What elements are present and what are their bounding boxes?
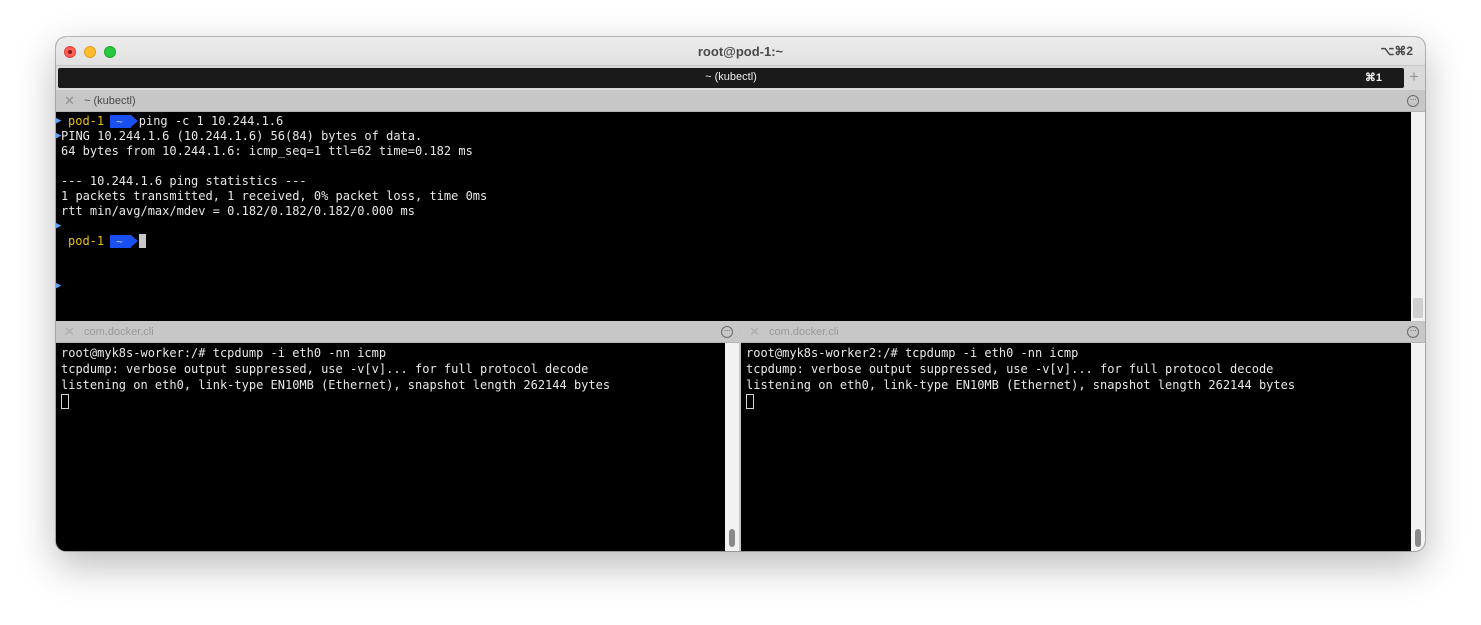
left-session-header: ✕ com.docker.cli ···: [56, 321, 739, 343]
output-line: listening on eth0, link-type EN10MB (Eth…: [61, 378, 611, 392]
output-line: root@myk8s-worker:/# tcpdump -i eth0 -nn…: [61, 346, 387, 360]
prompt-line: pod-1 ~ ping -c 1 10.244.1.6: [68, 114, 283, 129]
right-session-header: ✕ com.docker.cli ···: [741, 321, 1425, 343]
session-title: com.docker.cli: [769, 326, 839, 338]
session-menu-icon[interactable]: ···: [721, 326, 733, 338]
scrollbar-thumb[interactable]: [1413, 298, 1423, 318]
text-cursor: [746, 394, 754, 409]
top-session-header: ✕ ~ (kubectl) ···: [56, 90, 1425, 112]
tab-shortcut: ⌘1: [1364, 72, 1382, 84]
right-terminal-pane[interactable]: root@myk8s-worker2:/# tcpdump -i eth0 -n…: [741, 343, 1411, 551]
output-line: PING 10.244.1.6 (10.244.1.6) 56(84) byte…: [61, 129, 423, 143]
title-bar[interactable]: root@pod-1:~ ⌥⌘2: [56, 37, 1425, 66]
close-icon[interactable]: ✕: [64, 324, 75, 339]
output-line: listening on eth0, link-type EN10MB (Eth…: [746, 378, 1296, 392]
terminal-window: root@pod-1:~ ⌥⌘2 ~ (kubectl) ⌘1 + ✕ ~ (k…: [56, 37, 1425, 551]
output-line: --- 10.244.1.6 ping statistics ---: [61, 174, 307, 188]
tab-bar: ~ (kubectl) ⌘1 +: [56, 66, 1425, 90]
prompt-dir: ~: [110, 115, 138, 128]
window-shortcut: ⌥⌘2: [1380, 44, 1413, 58]
close-icon[interactable]: ✕: [749, 324, 760, 339]
prompt-host: pod-1: [68, 234, 105, 248]
session-title: ~ (kubectl): [84, 95, 136, 107]
top-terminal-pane[interactable]: ▶ pod-1 ~ ping -c 1 10.244.1.6 ▶ PING 10.2…: [56, 112, 1411, 321]
text-cursor: [61, 394, 69, 409]
top-scrollbar[interactable]: [1411, 112, 1425, 321]
session-title: com.docker.cli: [84, 326, 154, 338]
session-menu-icon[interactable]: ···: [1407, 95, 1419, 107]
output-line: tcpdump: verbose output suppressed, use …: [61, 362, 589, 376]
right-scrollbar[interactable]: [1411, 343, 1425, 551]
text-cursor: [138, 234, 146, 248]
session-menu-icon[interactable]: ···: [1407, 326, 1419, 338]
mark-icon: ▶: [56, 221, 62, 231]
cursor-line: [746, 394, 754, 409]
output-line: 1 packets transmitted, 1 received, 0% pa…: [61, 189, 488, 203]
prompt-host: pod-1: [68, 114, 105, 128]
cursor-line: [61, 394, 69, 409]
window-title: root@pod-1:~: [697, 44, 784, 59]
tab-label: ~ (kubectl): [705, 71, 757, 83]
scrollbar-thumb[interactable]: [1415, 529, 1421, 547]
left-scrollbar[interactable]: [725, 343, 739, 551]
mark-icon: ▶: [56, 116, 62, 126]
command-text: ping -c 1 10.244.1.6: [138, 114, 284, 128]
prompt-dir: ~: [110, 235, 138, 248]
close-icon[interactable]: ✕: [64, 93, 75, 108]
tab-kubectl[interactable]: ~ (kubectl) ⌘1: [58, 68, 1404, 88]
output-line: root@myk8s-worker2:/# tcpdump -i eth0 -n…: [746, 346, 1079, 360]
new-tab-button[interactable]: +: [1406, 66, 1422, 88]
output-line: rtt min/avg/max/mdev = 0.182/0.182/0.182…: [61, 204, 416, 218]
prompt-line: pod-1 ~: [68, 234, 146, 249]
scrollbar-thumb[interactable]: [729, 529, 735, 547]
output-line: 64 bytes from 10.244.1.6: icmp_seq=1 ttl…: [61, 144, 473, 158]
mark-icon: ▶: [56, 281, 62, 291]
output-line: tcpdump: verbose output suppressed, use …: [746, 362, 1274, 376]
left-terminal-pane[interactable]: root@myk8s-worker:/# tcpdump -i eth0 -nn…: [56, 343, 725, 551]
